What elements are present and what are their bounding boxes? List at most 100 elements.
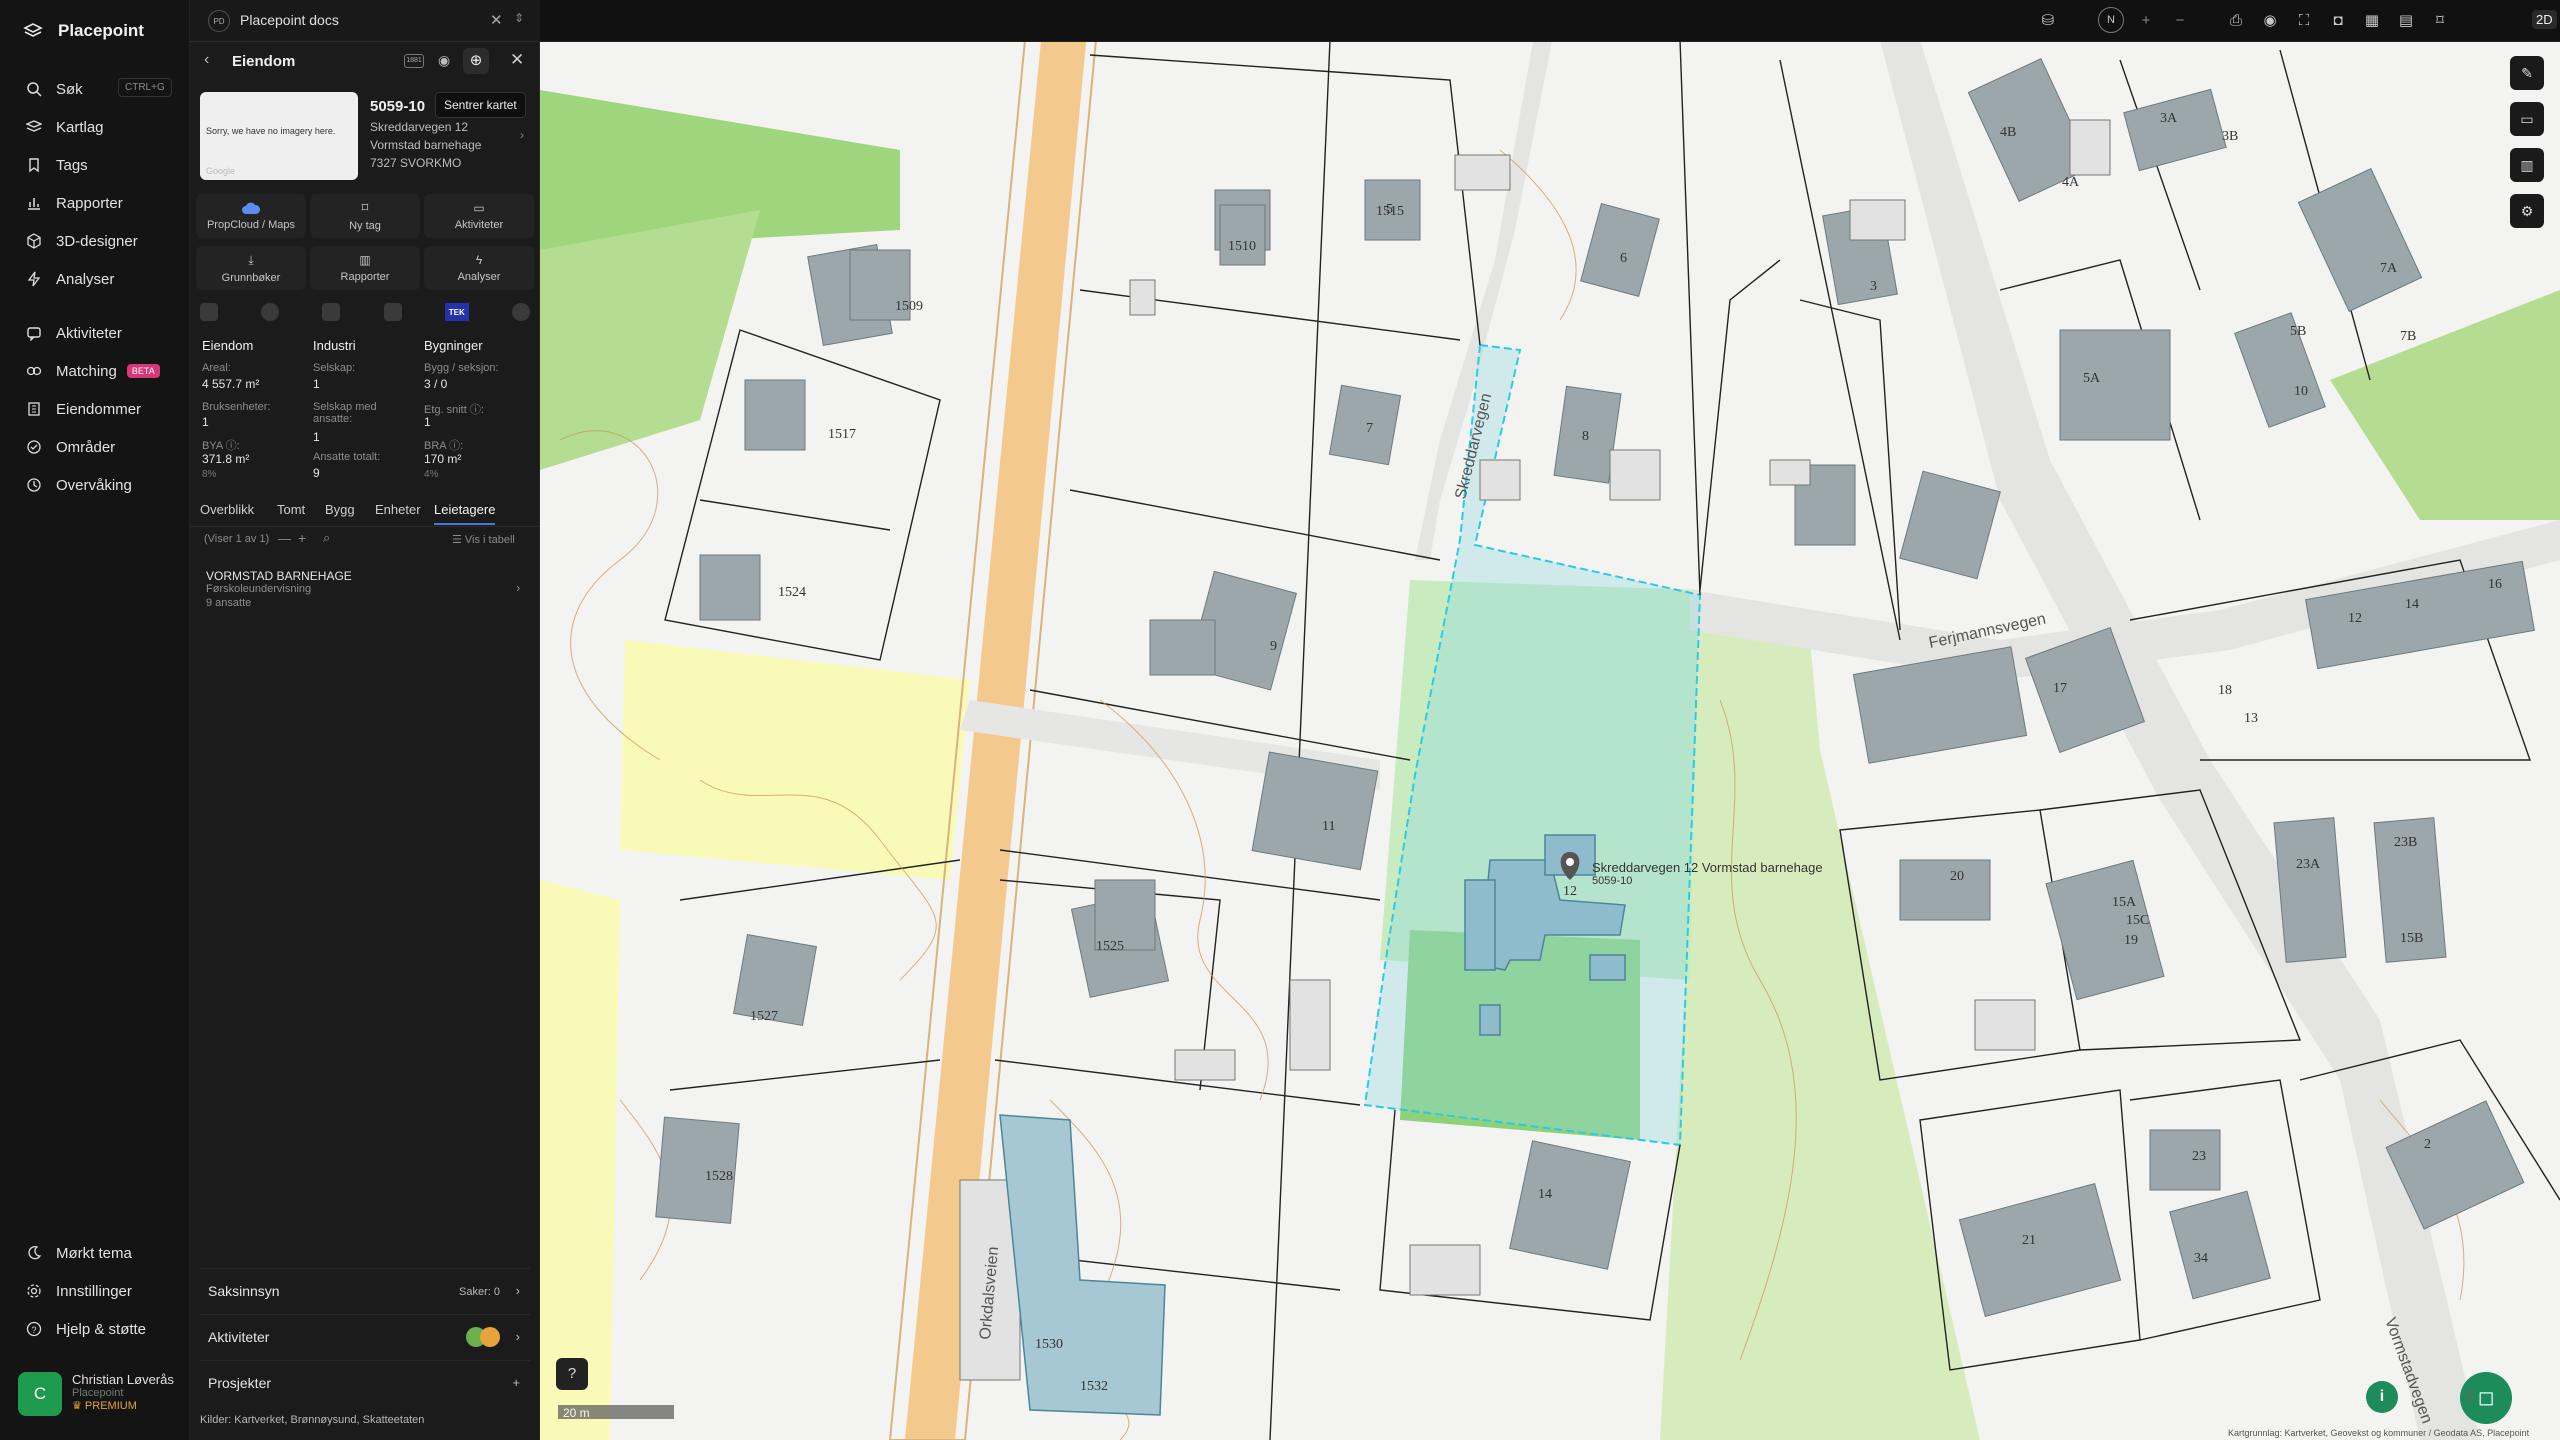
drag-handle-icon[interactable]: ⠿ <box>2464 1388 2476 1408</box>
layout-icon[interactable]: ▤ <box>2396 11 2416 31</box>
data-sources: Kilder: Kartverket, Brønnøysund, Skattee… <box>200 1414 425 1426</box>
fullscreen-icon[interactable]: ⛶ <box>2294 11 2314 31</box>
print-icon[interactable]: ⎙ <box>2226 11 2246 31</box>
layers-toggle-icon[interactable]: ⛁ <box>2038 11 2058 31</box>
user-name: Christian Løverås <box>72 1372 174 1387</box>
expand-doc-icon[interactable]: ⇕ <box>514 11 524 25</box>
center-map-button[interactable]: ⊕ <box>463 48 489 74</box>
nav-item-help[interactable]: ? Hjelp & støtte <box>26 1316 176 1342</box>
tab-leietagere[interactable]: Leietagere <box>434 502 496 525</box>
building-number-label: 8 <box>1582 429 1589 444</box>
back-icon[interactable]: ‹ <box>204 51 209 69</box>
chevron-right-icon: › <box>515 1283 520 1298</box>
source-more-icon[interactable] <box>511 303 530 321</box>
source-stats-icon[interactable] <box>383 303 402 321</box>
source-brreg-icon[interactable] <box>200 303 218 321</box>
nav-item-matching[interactable]: Matching BETA <box>26 358 176 384</box>
reports-button[interactable]: ▥ Rapporter <box>310 246 420 290</box>
chart-tool-button[interactable]: ▥ <box>2510 148 2544 182</box>
source-plant-icon[interactable] <box>322 303 341 321</box>
view-in-table-link[interactable]: ☰ Vis i tabell <box>452 533 515 546</box>
property-address: Skreddarvegen 12 <box>370 120 469 134</box>
user-plan-label: PREMIUM <box>84 1400 137 1412</box>
bruksenheter-value: 1 <box>202 415 209 429</box>
nav-label: Overvåking <box>56 476 132 494</box>
building-number-label: 6 <box>1620 251 1627 266</box>
chevron-right-icon[interactable]: › <box>520 128 524 142</box>
accordion-prosjekter[interactable]: Prosjekter + <box>200 1360 530 1404</box>
nav-item-omrader[interactable]: Områder <box>26 434 176 460</box>
grunnboker-button[interactable]: ⤓ Grunnbøker <box>196 246 306 290</box>
view-2d-button[interactable]: 2D <box>2532 10 2557 29</box>
nav-label: Hjelp & støtte <box>56 1320 147 1338</box>
id-card-icon[interactable]: 1881 <box>404 54 424 68</box>
chart-icon: ▥ <box>359 253 371 267</box>
building-number-label: 3 <box>1870 279 1877 294</box>
scale-label: 20 m <box>563 1406 590 1420</box>
grid-icon[interactable]: ▦ <box>2362 11 2382 31</box>
accordion-saksinnsyn[interactable]: Saksinnsyn Saker: 0 › <box>200 1268 530 1312</box>
collapse-icon[interactable]: — <box>278 531 291 546</box>
monitor-icon <box>27 478 41 492</box>
action-label: Analyser <box>457 271 501 283</box>
close-panel-icon[interactable]: ✕ <box>510 50 524 70</box>
nav-item-dark-theme[interactable]: Mørkt tema <box>26 1240 176 1266</box>
activities-button[interactable]: ▭ Aktiviteter <box>424 194 534 238</box>
info-button[interactable]: i <box>2366 1381 2398 1413</box>
nav-item-rapporter[interactable]: Rapporter <box>26 190 176 216</box>
center-map-tooltip: Sentrer kartet <box>435 92 526 118</box>
close-doc-icon[interactable]: ✕ <box>490 11 503 29</box>
view-in-table-label: Vis i tabell <box>464 534 515 546</box>
tab-tomt[interactable]: Tomt <box>277 502 305 517</box>
measure-tool-button[interactable]: ▭ <box>2510 102 2544 136</box>
add-icon[interactable]: + <box>298 530 306 546</box>
map-yellow-area <box>620 640 970 880</box>
building-number-label: 11 <box>1322 819 1335 834</box>
north-compass-icon[interactable]: N <box>2098 7 2124 33</box>
user-profile[interactable]: C Christian Løverås Placepoint ♛ PREMIUM <box>18 1372 178 1424</box>
propcloud-button[interactable]: PropCloud / Maps <box>196 194 306 238</box>
camera-icon[interactable]: ◘ <box>2328 11 2348 31</box>
zoom-in-icon[interactable]: + <box>2136 11 2156 31</box>
nav-item-settings[interactable]: Innstillinger <box>26 1278 176 1304</box>
tab-bygg[interactable]: Bygg <box>325 502 355 517</box>
property-postal: 7327 SVORKMO <box>370 156 462 170</box>
doc-title[interactable]: Placepoint docs <box>240 12 339 28</box>
street-view-thumbnail[interactable]: Sorry, we have no imagery here. Google <box>200 92 358 180</box>
map-canvas[interactable]: 1509 1510 1515 1517 1524 1525 1527 1528 1530 1532… <box>540 0 2560 1440</box>
marker-sublabel: 5059-10 <box>1592 875 1632 887</box>
add-project-icon[interactable]: + <box>512 1375 520 1390</box>
crown-icon: ♛ <box>72 1400 85 1412</box>
visibility-icon[interactable]: ◉ <box>2260 11 2280 31</box>
source-globe-icon[interactable] <box>261 303 280 321</box>
nav-item-analyser[interactable]: Analyser <box>26 266 176 292</box>
property-name: Vormstad barnehage <box>370 138 482 152</box>
source-tek-icon[interactable]: TEK <box>444 303 469 321</box>
eye-icon[interactable]: ◉ <box>438 52 450 69</box>
analyses-button[interactable]: ϟ Analyser <box>424 246 534 290</box>
nav-item-eiendommer[interactable]: Eiendommer <box>26 396 176 422</box>
nav-item-3d-designer[interactable]: 3D-designer <box>26 228 176 254</box>
ruler-icon: ▭ <box>2520 111 2534 127</box>
new-tag-button[interactable]: ⌑ Ny tag <box>310 194 420 238</box>
building-number-label: 1528 <box>705 1169 733 1184</box>
tab-enheter[interactable]: Enheter <box>375 502 421 517</box>
nav-item-kartlag[interactable]: Kartlag <box>26 114 176 140</box>
app-logo[interactable]: Placepoint <box>22 20 144 42</box>
search-list-icon[interactable]: ⌕ <box>323 530 330 546</box>
draw-tool-button[interactable]: ✎ <box>2510 56 2544 90</box>
zoom-out-icon[interactable]: − <box>2170 11 2190 31</box>
nav-item-overvaking[interactable]: Overvåking <box>26 472 176 498</box>
draw-icon: ✎ <box>2521 65 2533 81</box>
settings-tool-button[interactable]: ⚙ <box>2510 194 2544 228</box>
chat-icon: ▭ <box>473 201 485 215</box>
map-help-button[interactable]: ? <box>556 1358 588 1390</box>
building-number-label: 9 <box>1270 639 1277 654</box>
nav-item-aktiviteter[interactable]: Aktiviteter <box>26 320 176 346</box>
tab-overblikk[interactable]: Overblikk <box>200 502 254 517</box>
list-icon: ☰ <box>452 534 465 546</box>
accordion-aktiviteter[interactable]: Aktiviteter › <box>200 1314 530 1358</box>
bookmark-icon[interactable]: ⌑ <box>2430 11 2450 31</box>
nav-item-tags[interactable]: Tags <box>26 152 176 178</box>
building-number-label: 16 <box>2488 577 2502 592</box>
